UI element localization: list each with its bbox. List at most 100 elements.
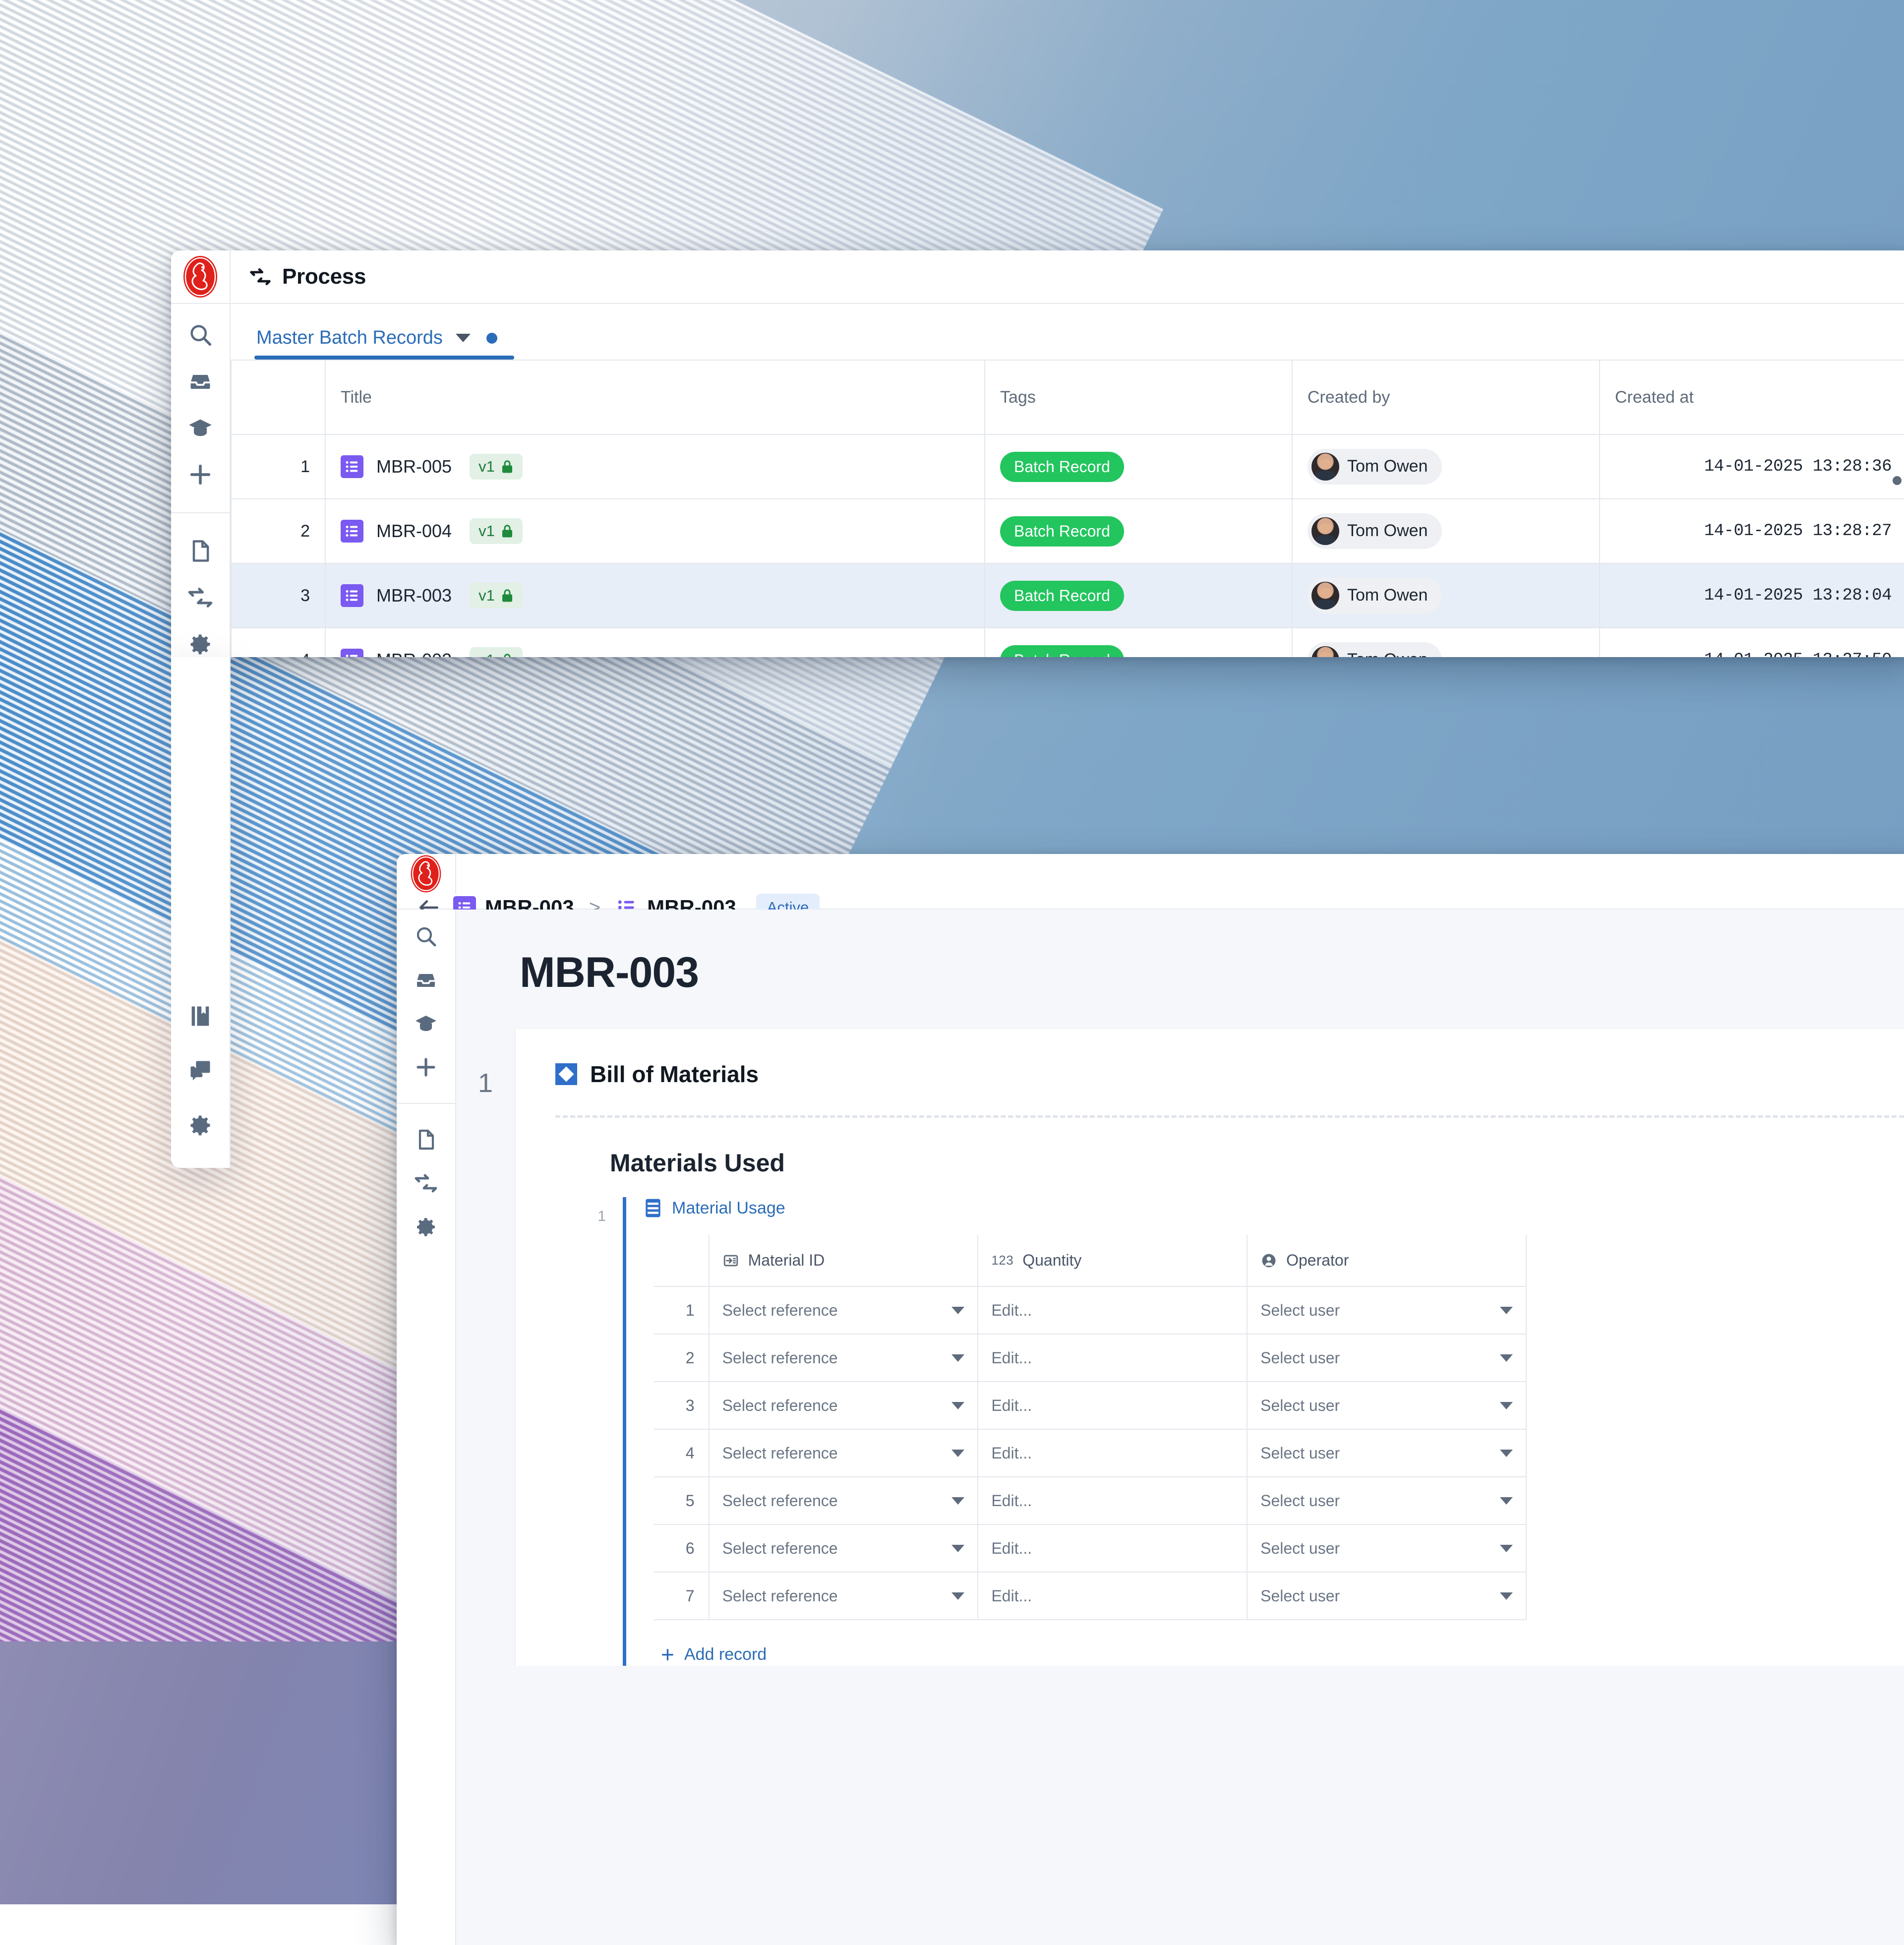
row-title-cell[interactable]: MBR-005 v1	[325, 434, 985, 499]
table-row[interactable]: 5 Select reference Edit... Select user	[654, 1477, 1526, 1524]
operator-value: Select user	[1260, 1397, 1340, 1415]
gear-icon[interactable]	[187, 1112, 213, 1138]
document-icon[interactable]	[187, 538, 213, 564]
tab-strip: Master Batch Records	[231, 304, 1904, 360]
row-title-cell[interactable]: MBR-002 v1	[325, 628, 985, 657]
number-field-icon: 123	[991, 1253, 1013, 1268]
material-reference-select[interactable]: Select reference	[709, 1334, 978, 1382]
material-reference-select[interactable]: Select reference	[709, 1524, 978, 1572]
chevron-down-icon[interactable]	[456, 334, 471, 342]
search-icon[interactable]	[414, 924, 438, 948]
column-header-created-by[interactable]: Created by	[1292, 360, 1600, 434]
material-reference-value: Select reference	[722, 1492, 838, 1510]
operator-select[interactable]: Select user	[1247, 1286, 1526, 1334]
quantity-input[interactable]: Edit...	[978, 1572, 1247, 1620]
row-title-cell[interactable]: MBR-004 v1	[325, 499, 985, 563]
row-created-by-cell[interactable]: Tom Owen	[1292, 434, 1600, 499]
graduation-cap-icon[interactable]	[187, 415, 213, 441]
chevron-down-icon	[952, 1592, 964, 1600]
material-reference-value: Select reference	[722, 1349, 838, 1367]
material-reference-value: Select reference	[722, 1397, 838, 1415]
row-created-by-cell[interactable]: Tom Owen	[1292, 628, 1600, 657]
plus-icon[interactable]	[414, 1055, 438, 1079]
step-header[interactable]: Bill of Materials	[555, 1061, 1904, 1088]
row-tags-cell[interactable]: Batch Record	[985, 628, 1292, 657]
operator-select[interactable]: Select user	[1247, 1382, 1526, 1429]
row-created-by-cell[interactable]: Tom Owen	[1292, 499, 1600, 563]
inbox-icon[interactable]	[187, 368, 213, 394]
version-badge: v1	[470, 647, 523, 657]
material-reference-value: Select reference	[722, 1587, 838, 1605]
table-row[interactable]: 2 Select reference Edit... Select user	[654, 1334, 1526, 1382]
record-list-icon	[341, 455, 363, 478]
table-header-row: Title Tags Created by Created at La	[231, 360, 1904, 434]
material-reference-select[interactable]: Select reference	[709, 1477, 978, 1524]
table-row[interactable]: 4 Select reference Edit... Select user	[654, 1429, 1526, 1477]
operator-select[interactable]: Select user	[1247, 1524, 1526, 1572]
table-row[interactable]: 4 MBR-002 v1	[231, 628, 1904, 657]
process-flow-icon[interactable]	[187, 585, 213, 610]
window-titlebar: Process	[171, 250, 1904, 304]
row-title-cell[interactable]: MBR-003 v1	[325, 563, 985, 628]
quantity-input[interactable]: Edit...	[978, 1524, 1247, 1572]
chat-icon[interactable]	[187, 1058, 213, 1084]
plus-icon[interactable]	[187, 462, 213, 487]
operator-value: Select user	[1260, 1349, 1340, 1367]
column-header-created-at[interactable]: Created at	[1600, 360, 1904, 434]
add-record-button[interactable]: + Add record	[643, 1620, 1904, 1666]
app-logo[interactable]	[397, 854, 456, 894]
quantity-input[interactable]: Edit...	[978, 1477, 1247, 1524]
material-reference-select[interactable]: Select reference	[709, 1429, 978, 1477]
avatar	[1311, 453, 1339, 481]
gear-icon[interactable]	[187, 631, 213, 657]
operator-select[interactable]: Select user	[1247, 1429, 1526, 1477]
graduation-cap-icon[interactable]	[414, 1012, 438, 1035]
column-header-material-id[interactable]: Material ID	[709, 1235, 978, 1286]
chevron-down-icon	[952, 1497, 964, 1505]
chevron-down-icon	[1500, 1450, 1513, 1457]
quantity-value: Edit...	[991, 1301, 1032, 1319]
tab-master-batch-records[interactable]: Master Batch Records	[254, 327, 514, 360]
operator-select[interactable]: Select user	[1247, 1477, 1526, 1524]
operator-select[interactable]: Select user	[1247, 1572, 1526, 1620]
table-row[interactable]: 3 Select reference Edit... Select user	[654, 1382, 1526, 1429]
gear-icon[interactable]	[414, 1215, 438, 1239]
table-row[interactable]: 1 Select reference Edit... Select user	[654, 1286, 1526, 1334]
material-usage-block: 1 Material Usage	[555, 1197, 1904, 1666]
column-header-tags[interactable]: Tags	[985, 360, 1292, 434]
usage-header[interactable]: Material Usage	[643, 1197, 1904, 1235]
inbox-icon[interactable]	[414, 968, 438, 992]
table-row[interactable]: 6 Select reference Edit... Select user	[654, 1524, 1526, 1572]
table-row[interactable]: 2 MBR-004 v1	[231, 499, 1904, 563]
quantity-input[interactable]: Edit...	[978, 1286, 1247, 1334]
operator-value: Select user	[1260, 1587, 1340, 1605]
book-icon[interactable]	[187, 1003, 213, 1029]
version-badge: v1	[470, 583, 523, 608]
search-icon[interactable]	[187, 322, 213, 348]
material-reference-select[interactable]: Select reference	[709, 1382, 978, 1429]
row-tags-cell[interactable]: Batch Record	[985, 563, 1292, 628]
document-icon[interactable]	[414, 1128, 438, 1152]
column-header-quantity[interactable]: 123 Quantity	[978, 1235, 1247, 1286]
process-flow-icon[interactable]	[414, 1171, 438, 1195]
table-row[interactable]: 7 Select reference Edit... Select user	[654, 1572, 1526, 1620]
column-header-operator-label: Operator	[1286, 1251, 1349, 1270]
quantity-input[interactable]: Edit...	[978, 1382, 1247, 1429]
row-created-by-cell[interactable]: Tom Owen	[1292, 563, 1600, 628]
chevron-down-icon	[1500, 1307, 1513, 1314]
column-header-operator[interactable]: Operator	[1247, 1235, 1526, 1286]
operator-select[interactable]: Select user	[1247, 1334, 1526, 1382]
row-tags-cell[interactable]: Batch Record	[985, 499, 1292, 563]
quantity-input[interactable]: Edit...	[978, 1429, 1247, 1477]
column-header-title[interactable]: Title	[325, 360, 985, 434]
column-header-index[interactable]	[231, 360, 325, 434]
document-title: MBR-003	[456, 910, 1904, 1029]
quantity-input[interactable]: Edit...	[978, 1334, 1247, 1382]
row-tags-cell[interactable]: Batch Record	[985, 434, 1292, 499]
table-row[interactable]: 3 MBR-003 v1	[231, 563, 1904, 628]
usage-index: 1	[573, 1197, 623, 1666]
material-reference-select[interactable]: Select reference	[709, 1286, 978, 1334]
app-logo[interactable]	[171, 250, 231, 303]
material-reference-select[interactable]: Select reference	[709, 1572, 978, 1620]
table-row[interactable]: 1 MBR-005 v1	[231, 434, 1904, 499]
